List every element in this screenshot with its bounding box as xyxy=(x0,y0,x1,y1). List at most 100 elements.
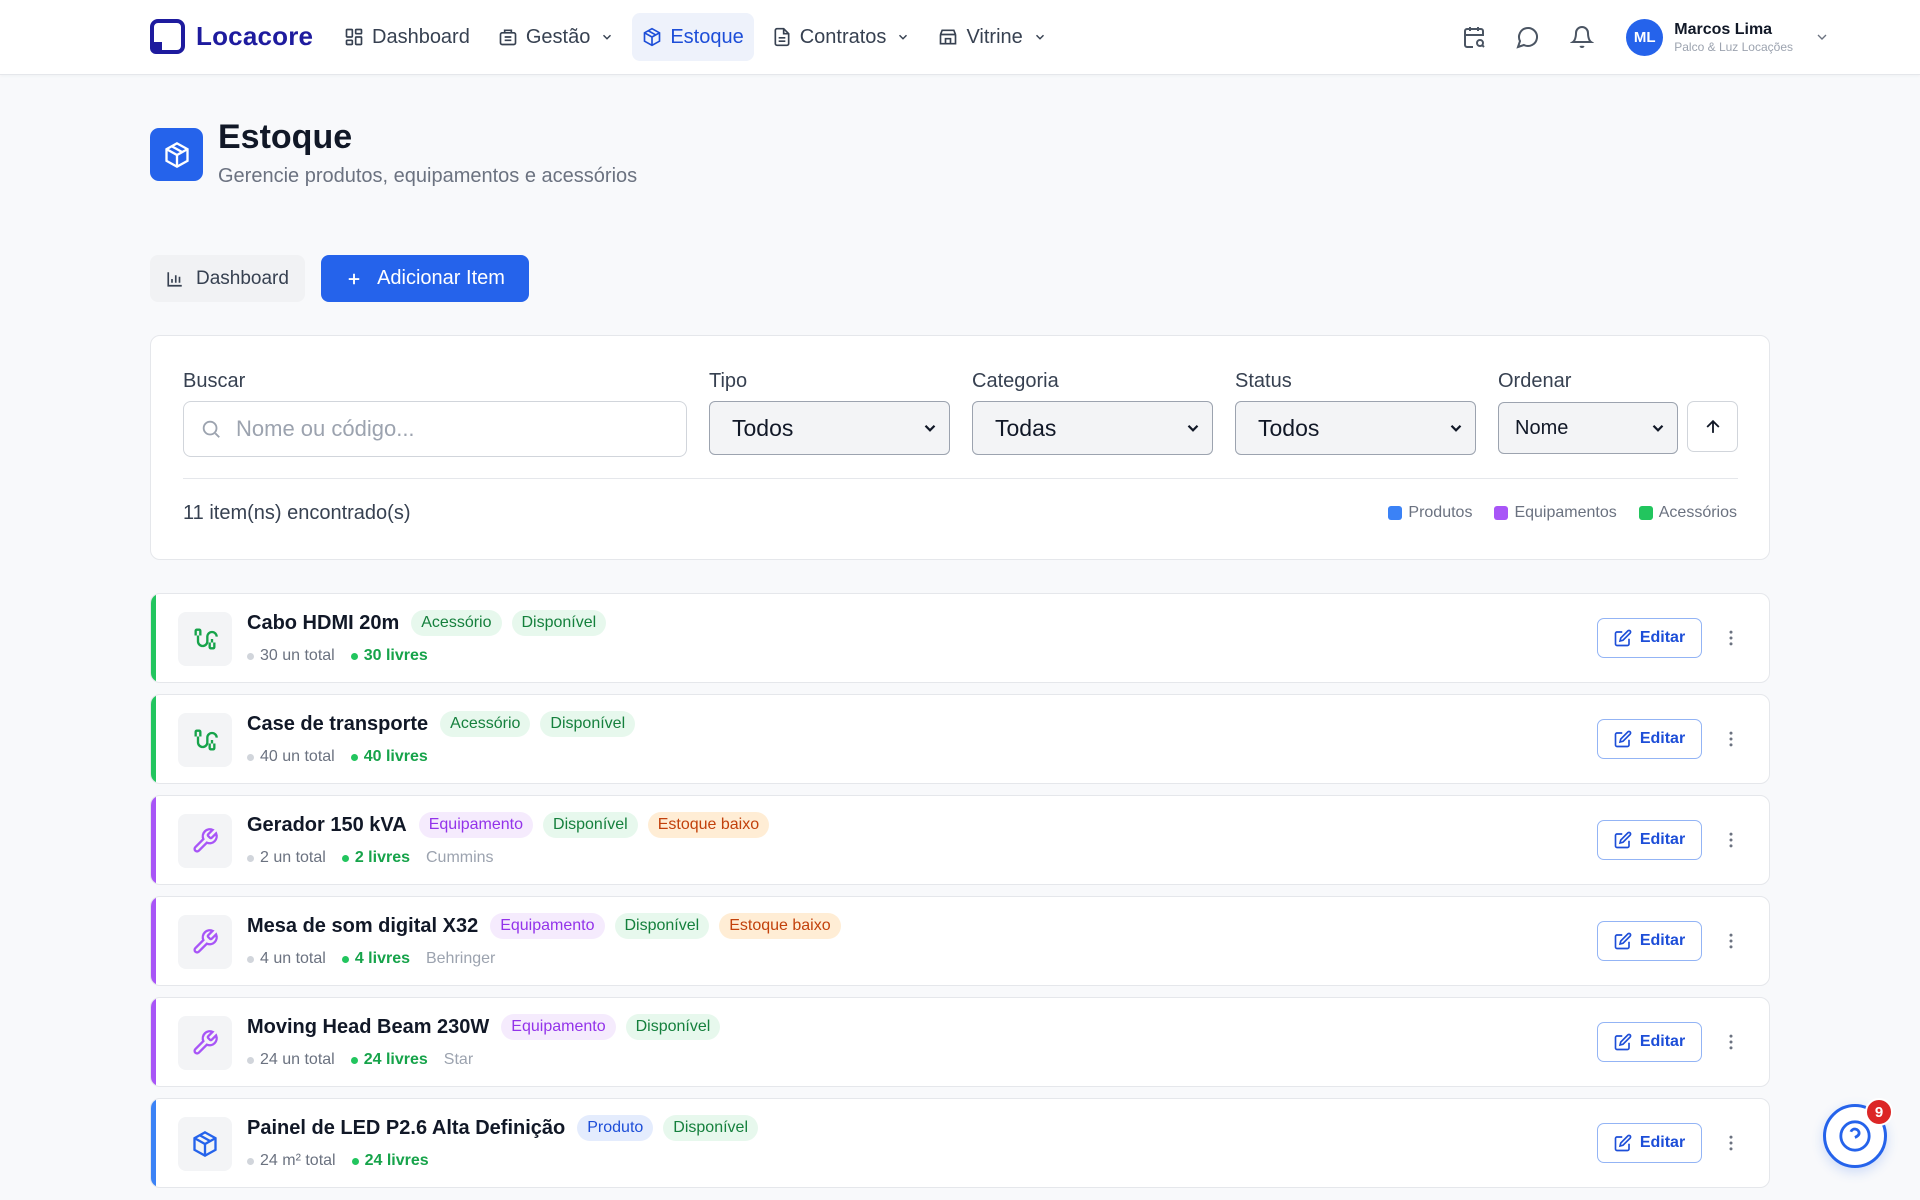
nav-item-contratos[interactable]: Contratos xyxy=(762,13,921,61)
sort-select[interactable]: Nome xyxy=(1498,402,1678,454)
low-stock-badge: Estoque baixo xyxy=(647,812,770,838)
item-total: 24 m² total xyxy=(247,1152,336,1170)
type-badge: Equipamento xyxy=(490,913,605,939)
nav-item-gestao[interactable]: Gestão xyxy=(488,13,624,61)
item-icon xyxy=(178,713,232,767)
help-circle-icon xyxy=(1839,1120,1871,1152)
brand[interactable]: Locacore xyxy=(150,19,313,54)
item-brand: Behringer xyxy=(425,950,496,967)
notifications-button[interactable] xyxy=(1562,14,1602,60)
edit-button[interactable]: Editar xyxy=(1597,618,1702,658)
edit-button-label: Editar xyxy=(1639,1033,1686,1050)
item-name[interactable]: Mesa de som digital X32 xyxy=(247,915,478,938)
search-input[interactable] xyxy=(236,416,656,442)
item-total: 4 un total xyxy=(247,950,326,968)
nav-item-label: Vitrine xyxy=(966,25,1023,48)
nav-item-label: Gestão xyxy=(525,25,591,48)
more-options-button[interactable] xyxy=(1721,620,1741,656)
brand-logo-icon xyxy=(150,19,185,54)
item-total: 40 un total xyxy=(247,748,335,766)
edit-button[interactable]: Editar xyxy=(1597,1123,1702,1163)
nav-item-estoque[interactable]: Estoque xyxy=(632,13,754,61)
edit-button-label: Editar xyxy=(1639,932,1686,949)
edit-button[interactable]: Editar xyxy=(1597,921,1702,961)
building-icon xyxy=(499,29,517,46)
edit-icon xyxy=(1614,730,1632,748)
sort-select-value: Nome xyxy=(1515,416,1569,439)
more-options-button[interactable] xyxy=(1721,923,1741,959)
category-select[interactable]: Todas xyxy=(972,401,1213,455)
edit-icon xyxy=(1614,629,1632,647)
more-options-button[interactable] xyxy=(1721,721,1741,757)
wrench-icon xyxy=(193,828,218,853)
wrench-icon xyxy=(193,929,218,954)
main-nav: Dashboard Gestão Estoque Contratos Vitri… xyxy=(334,13,1057,61)
item-type-bar xyxy=(151,1099,156,1187)
results-count: 11 item(ns) encontrado(s) xyxy=(183,502,411,524)
status-select[interactable]: Todos xyxy=(1235,401,1476,455)
item-free: 40 livres xyxy=(350,748,428,766)
messages-button[interactable] xyxy=(1508,14,1548,60)
calendar-search-icon xyxy=(1464,27,1485,48)
edit-button[interactable]: Editar xyxy=(1597,820,1702,860)
message-circle-icon xyxy=(1516,27,1539,49)
edit-icon xyxy=(1614,1134,1632,1152)
package-icon xyxy=(193,1130,217,1158)
grid-icon xyxy=(345,28,363,46)
item-meta: 24 un total 24 livres Star xyxy=(247,1051,473,1069)
bell-icon xyxy=(1570,26,1595,48)
item-meta: 40 un total 40 livres xyxy=(247,748,428,766)
nav-item-label: Contratos xyxy=(799,25,887,48)
sort-direction-button[interactable] xyxy=(1687,401,1738,452)
more-options-button[interactable] xyxy=(1721,1125,1741,1161)
edit-button[interactable]: Editar xyxy=(1597,719,1702,759)
item-name[interactable]: Painel de LED P2.6 Alta Definição xyxy=(247,1117,565,1140)
list-item[interactable]: Case de transporte Acessório Disponível … xyxy=(150,694,1770,784)
user-name: Marcos Lima xyxy=(1674,20,1773,38)
item-type-bar xyxy=(151,897,156,985)
wrench-icon xyxy=(193,1030,218,1055)
calendar-button[interactable] xyxy=(1454,14,1494,60)
more-vertical-icon xyxy=(1729,1135,1733,1151)
list-item[interactable]: Gerador 150 kVA Equipamento Disponível E… xyxy=(150,795,1770,885)
plus-icon xyxy=(348,273,360,284)
edit-button-label: Editar xyxy=(1639,629,1686,646)
list-item[interactable]: Painel de LED P2.6 Alta Definição Produt… xyxy=(150,1098,1770,1188)
list-item[interactable]: Moving Head Beam 230W Equipamento Dispon… xyxy=(150,997,1770,1087)
status-badge: Disponível xyxy=(540,711,636,737)
item-name[interactable]: Moving Head Beam 230W xyxy=(247,1016,489,1039)
item-header: Case de transporte Acessório Disponível xyxy=(247,711,636,737)
item-name[interactable]: Gerador 150 kVA xyxy=(247,814,407,837)
item-icon xyxy=(178,814,232,868)
item-name[interactable]: Cabo HDMI 20m xyxy=(247,612,399,635)
item-header: Cabo HDMI 20m Acessório Disponível xyxy=(247,610,607,636)
add-item-button[interactable]: Adicionar Item xyxy=(321,255,529,302)
type-select[interactable]: Todos xyxy=(709,401,950,455)
dashboard-button[interactable]: Dashboard xyxy=(150,255,305,302)
item-name[interactable]: Case de transporte xyxy=(247,713,428,736)
package-icon xyxy=(643,27,661,47)
nav-item-label: Estoque xyxy=(670,25,744,48)
status-badge: Disponível xyxy=(625,1014,721,1040)
add-item-button-label: Adicionar Item xyxy=(377,267,505,289)
type-select-value: Todos xyxy=(732,414,794,441)
filter-card: Buscar Tipo Todos Categoria Todas Status… xyxy=(150,335,1770,560)
chevron-down-icon xyxy=(1035,34,1044,40)
user-menu[interactable]: ML Marcos Lima Palco & Luz Locações xyxy=(1626,18,1830,56)
filter-divider xyxy=(183,478,1738,479)
list-item[interactable]: Mesa de som digital X32 Equipamento Disp… xyxy=(150,896,1770,986)
user-info: Marcos Lima Palco & Luz Locações xyxy=(1674,20,1793,55)
more-options-button[interactable] xyxy=(1721,1024,1741,1060)
list-item[interactable]: Cabo HDMI 20m Acessório Disponível 30 un… xyxy=(150,593,1770,683)
edit-icon xyxy=(1614,932,1632,950)
more-options-button[interactable] xyxy=(1721,822,1741,858)
status-label: Status xyxy=(1235,370,1292,392)
search-label: Buscar xyxy=(183,370,246,392)
edit-button-label: Editar xyxy=(1639,730,1686,747)
cable-icon xyxy=(194,729,218,751)
type-label: Tipo xyxy=(709,370,748,392)
edit-button[interactable]: Editar xyxy=(1597,1022,1702,1062)
nav-item-vitrine[interactable]: Vitrine xyxy=(928,13,1056,61)
nav-item-dashboard[interactable]: Dashboard xyxy=(334,13,480,61)
edit-icon xyxy=(1614,1033,1632,1051)
